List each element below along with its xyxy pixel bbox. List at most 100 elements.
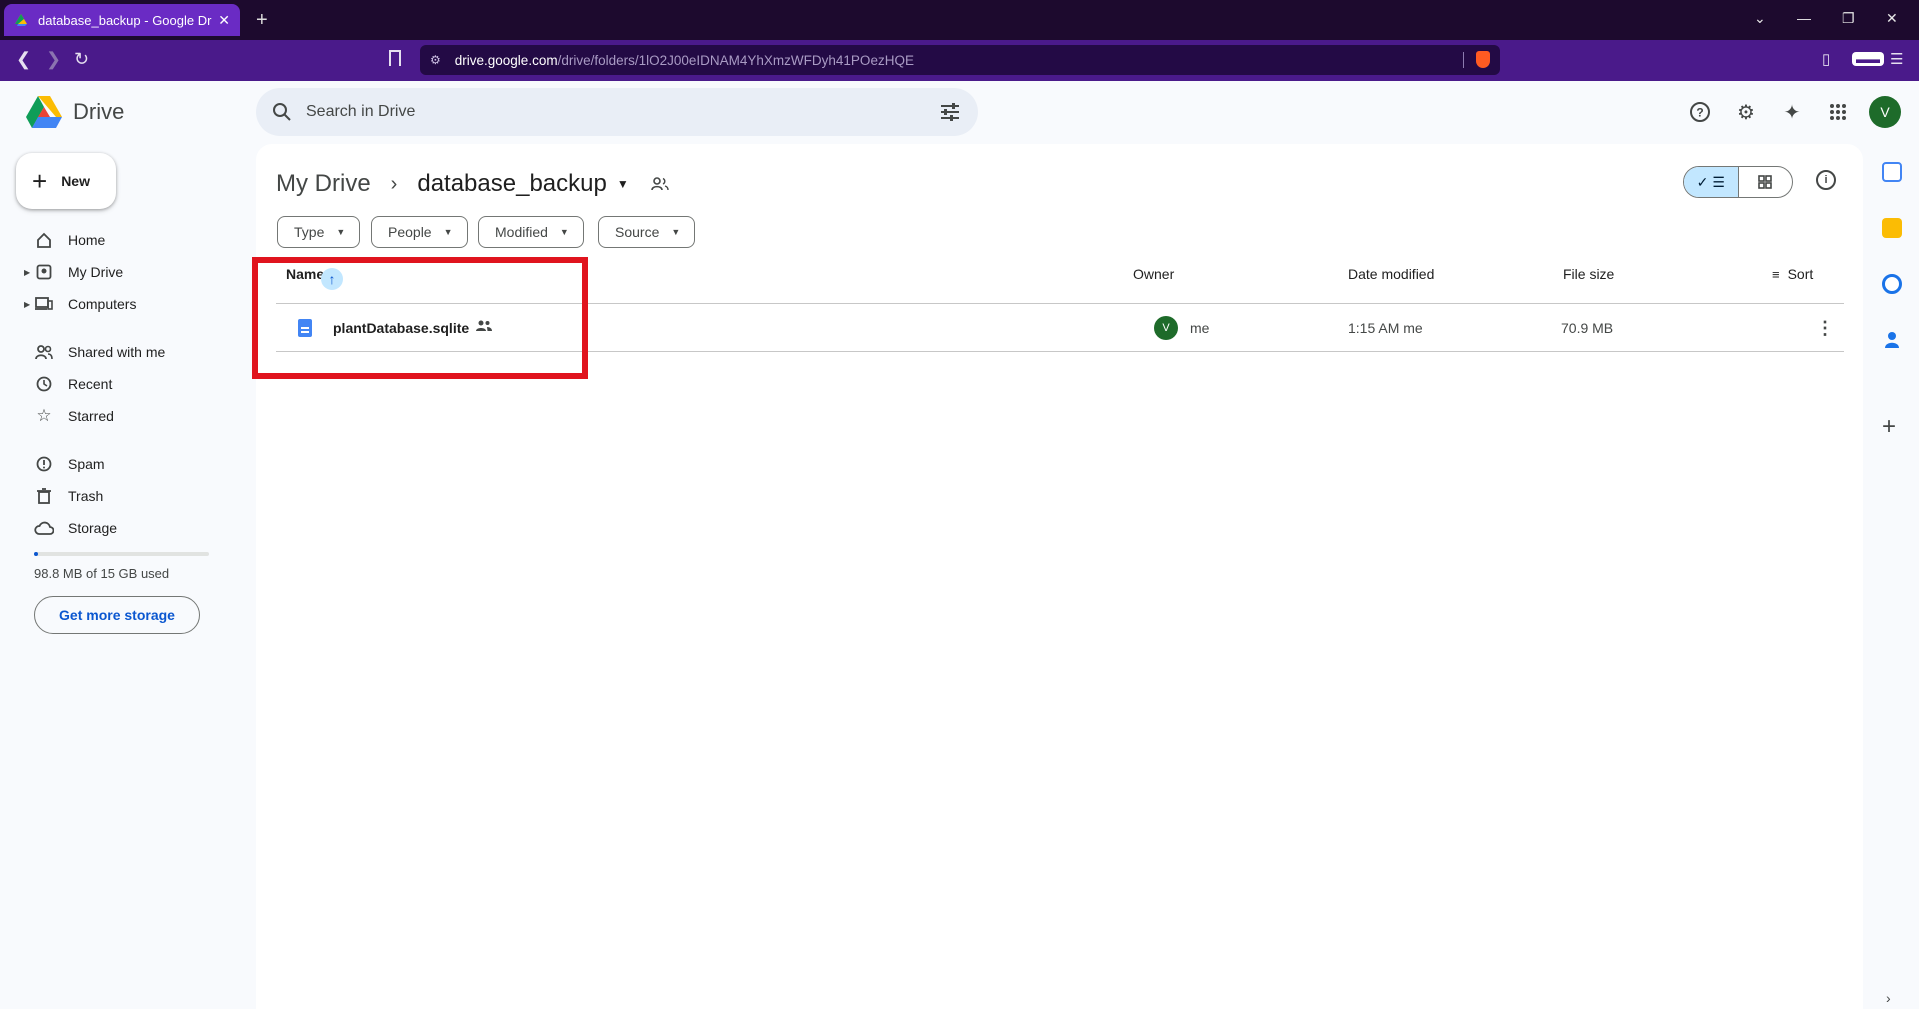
sidebar-item-starred[interactable]: ☆ Starred [0, 400, 240, 432]
sidebar-item-my-drive[interactable]: ▶ My Drive [0, 256, 240, 288]
my-drive-icon [34, 262, 54, 282]
sidebar-item-home[interactable]: Home [0, 224, 240, 256]
dropdown-arrow-icon: ▼ [443, 227, 453, 237]
sort-button[interactable]: ≡ Sort [1772, 266, 1813, 282]
sidebar-item-computers[interactable]: ▶ Computers [0, 288, 240, 320]
drive-logo-icon [26, 96, 62, 128]
sidebar-item-shared-with-me[interactable]: Shared with me [0, 336, 240, 368]
breadcrumb-current-folder[interactable]: database_backup [417, 170, 607, 198]
filter-chip-type[interactable]: Type ▼ [277, 216, 361, 248]
sidebar-toggle-icon[interactable]: ▯ [1822, 50, 1830, 68]
breadcrumb-my-drive[interactable]: My Drive [276, 170, 371, 198]
sidebar-item-spam[interactable]: Spam [0, 448, 240, 480]
shared-folder-icon[interactable] [650, 170, 669, 198]
close-window-icon[interactable]: ✕ [1886, 10, 1898, 27]
bookmark-icon[interactable] [389, 50, 401, 66]
filter-chip-source[interactable]: Source ▼ [598, 216, 696, 248]
sidebar-item-storage[interactable]: Storage [0, 512, 240, 544]
extension-icon[interactable]: ▬▬ [1852, 52, 1884, 66]
expand-caret-icon[interactable]: ▶ [24, 300, 30, 309]
side-panel-chevron-icon[interactable]: › [1886, 990, 1891, 1006]
back-icon[interactable]: ❮ [16, 49, 31, 70]
spam-icon [34, 454, 54, 474]
search-icon[interactable] [272, 102, 292, 122]
computers-icon [34, 294, 54, 314]
column-header-date-modified[interactable]: Date modified [1348, 266, 1434, 282]
search-bar[interactable]: Search in Drive [256, 88, 978, 136]
address-bar[interactable]: ⚙ drive.google.com /drive/folders/1lO2J0… [420, 45, 1500, 75]
plus-icon: + [32, 166, 48, 196]
home-icon [34, 230, 54, 250]
new-tab-icon[interactable]: + [256, 8, 268, 32]
url-host: drive.google.com [454, 52, 558, 68]
tasks-icon[interactable] [1882, 274, 1902, 294]
get-add-ons-icon[interactable]: + [1882, 415, 1896, 439]
close-tab-icon[interactable]: ✕ [218, 12, 230, 29]
new-button-label: New [61, 173, 90, 189]
settings-gear-icon[interactable]: ⚙ [1734, 100, 1758, 124]
sidebar-item-trash[interactable]: Trash [0, 480, 240, 512]
column-header-file-size[interactable]: File size [1563, 266, 1614, 282]
browser-menu-icon[interactable]: ☰ [1890, 50, 1903, 68]
list-view-icon: ☰ [1712, 173, 1725, 190]
help-icon[interactable]: ? [1688, 100, 1712, 124]
restore-icon[interactable]: ❐ [1842, 10, 1855, 27]
filter-chip-modified[interactable]: Modified ▼ [478, 216, 584, 248]
reload-icon[interactable]: ↻ [74, 49, 89, 70]
dropdown-arrow-icon: ▼ [336, 227, 346, 237]
list-view-button[interactable]: ✓ ☰ [1684, 167, 1739, 197]
file-size: 70.9 MB [1561, 320, 1614, 336]
tab-title: database_backup - Google Drive [38, 12, 213, 28]
file-date-modified: 1:15 AM me [1348, 320, 1423, 336]
view-toggle: ✓ ☰ [1683, 166, 1793, 198]
minimize-icon[interactable]: — [1797, 10, 1811, 26]
shared-with-me-icon [34, 342, 54, 362]
column-header-owner: Owner [1133, 266, 1175, 282]
filter-chip-people[interactable]: People ▼ [371, 216, 468, 248]
account-avatar[interactable]: V [1869, 96, 1901, 128]
trash-icon [34, 486, 54, 506]
dropdown-arrow-icon: ▼ [559, 227, 569, 237]
storage-usage-bar [34, 552, 209, 556]
forward-icon[interactable]: ❯ [46, 49, 61, 70]
search-options-icon[interactable] [940, 102, 960, 122]
drive-logo[interactable]: Drive [25, 95, 124, 129]
owner-avatar: V [1154, 316, 1178, 340]
browser-tab-active[interactable]: database_backup - Google Drive ✕ [4, 4, 240, 36]
gemini-spark-icon[interactable]: ✦ [1780, 100, 1804, 124]
apps-grid-icon[interactable] [1826, 100, 1850, 124]
calendar-icon[interactable] [1882, 162, 1902, 182]
browser-toolbar: ❮ ❯ ↻ ⚙ drive.google.com /drive/folders/… [0, 40, 1919, 81]
breadcrumb: My Drive › database_backup ▼ [276, 164, 669, 204]
star-icon: ☆ [36, 406, 52, 425]
new-button[interactable]: + New [16, 153, 116, 209]
drive-favicon-icon [15, 14, 27, 26]
tab-search-icon[interactable]: ⌄ [1754, 10, 1766, 27]
folder-menu-dropdown-icon[interactable]: ▼ [617, 177, 629, 191]
get-more-storage-button[interactable]: Get more storage [34, 596, 200, 634]
cloud-icon [34, 518, 54, 538]
grid-view-button[interactable] [1739, 167, 1793, 197]
search-input[interactable]: Search in Drive [306, 103, 940, 121]
url-path: /drive/folders/1lO2J00eIDNAM4YhXmzWFDyh4… [557, 52, 914, 68]
site-info-icon[interactable]: ⚙ [430, 53, 441, 67]
file-owner: me [1190, 320, 1210, 336]
brave-shields-icon[interactable] [1476, 51, 1490, 68]
highlight-annotation-box [252, 257, 588, 379]
sidebar-item-recent[interactable]: Recent [0, 368, 240, 400]
address-divider [1463, 52, 1464, 68]
chevron-right-icon: › [390, 172, 398, 195]
storage-usage-fill [34, 552, 39, 556]
browser-tab-bar: database_backup - Google Drive ✕ + ⌄ — ❐… [0, 0, 1919, 40]
dropdown-arrow-icon: ▼ [671, 227, 681, 237]
storage-used-text: 98.8 MB of 15 GB used [34, 566, 170, 581]
keep-icon[interactable] [1882, 218, 1902, 238]
sort-lines-icon: ≡ [1772, 267, 1780, 282]
more-actions-icon[interactable]: ⋮ [1813, 316, 1837, 340]
expand-caret-icon[interactable]: ▶ [24, 268, 30, 277]
info-icon[interactable]: i [1816, 170, 1836, 190]
contacts-icon[interactable] [1882, 330, 1902, 350]
clock-icon [34, 374, 54, 394]
app-name: Drive [73, 99, 125, 124]
check-icon: ✓ [1696, 173, 1709, 190]
